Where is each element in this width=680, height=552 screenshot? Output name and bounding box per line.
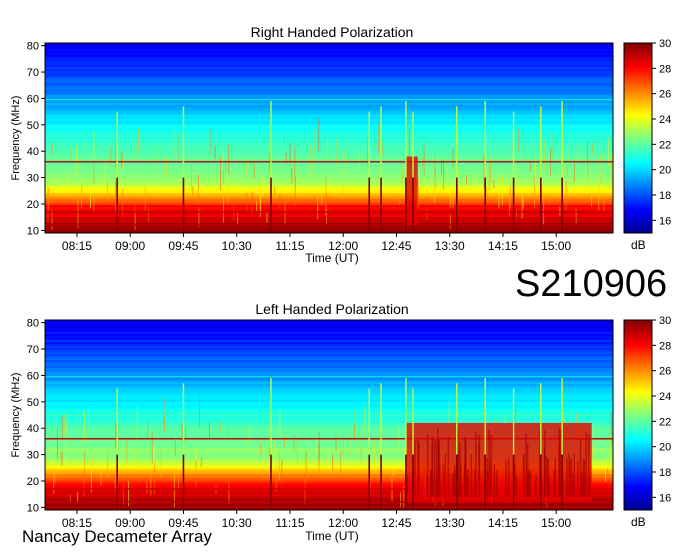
- colorbar-tick-label: 24: [659, 114, 671, 126]
- burst-mark: [380, 106, 382, 233]
- x-tick-label: 12:45: [381, 239, 411, 253]
- instrument-label: Nancay Decameter Array: [22, 527, 212, 546]
- chart-title: Right Handed Polarization: [251, 24, 414, 40]
- y-tick-label: 70: [27, 67, 39, 79]
- x-tick-label: 11:15: [275, 239, 304, 253]
- x-tick-label: 12:00: [328, 516, 358, 530]
- colorbar-tick-label: 22: [659, 416, 671, 428]
- x-axis-label: Time (UT): [305, 529, 359, 543]
- burst-mark: [512, 111, 515, 233]
- colorbar-tick-label: 18: [659, 190, 671, 202]
- x-tick-label: 10:30: [222, 239, 252, 253]
- burst-mark: [405, 378, 407, 510]
- y-tick-label: 40: [27, 146, 39, 158]
- colorbar: [623, 42, 653, 234]
- x-tick-label: 14:15: [488, 516, 518, 530]
- heatmap-image: [45, 43, 613, 234]
- y-tick-label: 40: [27, 423, 39, 435]
- colorbar-tick-label: 16: [659, 492, 671, 504]
- colorbar-tick-label: 16: [659, 215, 671, 227]
- y-tick-label: 10: [27, 502, 39, 514]
- colorbar: [623, 319, 653, 511]
- colorbar-label: dB: [631, 515, 646, 529]
- x-tick-label: 09:00: [115, 239, 145, 253]
- lhp-spectrogram-panel: Left Handed Polarization 10 20 30 40 50 60 70 8…: [10, 301, 671, 543]
- x-tick-label: 10:30: [222, 516, 252, 530]
- x-tick-label: 15:00: [541, 239, 571, 253]
- colorbar-tick-label: 20: [659, 165, 671, 177]
- colorbar-tick-label: 28: [659, 340, 671, 352]
- y-tick-label: 70: [27, 344, 39, 356]
- y-tick-label: 10: [27, 225, 39, 237]
- y-tick-label: 80: [27, 41, 39, 53]
- x-tick-label: 14:15: [488, 239, 518, 253]
- burst-mark: [412, 111, 414, 233]
- burst-mark: [456, 383, 458, 510]
- y-tick-label: 80: [27, 318, 39, 330]
- observation-id: S210906: [515, 263, 668, 305]
- x-tick-label: 15:00: [541, 516, 571, 530]
- burst-mark: [380, 383, 382, 510]
- colorbar-tick-label: 24: [659, 391, 671, 403]
- burst-mark: [182, 106, 185, 233]
- burst-mark: [540, 383, 542, 510]
- rhp-spectrogram-panel: Right Handed Polarization 10 20 30 40 50 60 70…: [10, 24, 671, 265]
- y-tick-label: 50: [27, 120, 39, 132]
- burst-mark: [368, 388, 371, 510]
- y-tick-label: 20: [27, 199, 39, 211]
- burst-mark: [270, 378, 272, 510]
- burst-mark: [484, 378, 486, 510]
- burst-mark: [182, 383, 185, 510]
- chart-title: Left Handed Polarization: [255, 301, 408, 317]
- colorbar-ticks: 16 18 20 22 24 26 28 30: [652, 315, 671, 504]
- burst-mark: [561, 101, 563, 233]
- burst-mark: [512, 388, 515, 510]
- burst-mark: [405, 101, 407, 233]
- y-axis: 10 20 30 40 50 60 70 80: [27, 41, 45, 237]
- colorbar-label: dB: [631, 238, 646, 252]
- burst-mark: [116, 111, 118, 233]
- colorbar-ticks: 16 18 20 22 24 26 28 30: [652, 38, 671, 227]
- y-tick-label: 60: [27, 370, 39, 382]
- burst-mark: [561, 378, 563, 510]
- y-tick-label: 30: [27, 173, 39, 185]
- burst-mark: [270, 101, 272, 233]
- y-tick-label: 20: [27, 476, 39, 488]
- colorbar-tick-label: 18: [659, 467, 671, 479]
- y-tick-label: 60: [27, 93, 39, 105]
- burst-mark: [456, 106, 458, 233]
- x-tick-label: 09:45: [168, 239, 198, 253]
- burst-mark: [116, 388, 118, 510]
- heatmap-image: [45, 320, 614, 511]
- colorbar-tick-label: 20: [659, 442, 671, 454]
- colorbar-tick-label: 28: [659, 63, 671, 75]
- x-tick-label: 13:30: [435, 516, 465, 530]
- x-tick-label: 08:15: [62, 239, 92, 253]
- colorbar-tick-label: 26: [659, 89, 671, 101]
- x-tick-label: 13:30: [435, 239, 465, 253]
- y-axis-label: Frequency (MHz): [10, 96, 22, 181]
- burst-mark: [412, 388, 414, 510]
- y-axis-label: Frequency (MHz): [10, 373, 22, 458]
- burst-mark: [484, 101, 486, 233]
- x-tick-label: 11:15: [275, 516, 304, 530]
- burst-mark: [540, 106, 542, 233]
- y-axis: 10 20 30 40 50 60 70 80: [27, 318, 45, 514]
- colorbar-tick-label: 26: [659, 366, 671, 378]
- colorbar-tick-label: 30: [659, 38, 671, 50]
- x-axis-label: Time (UT): [305, 251, 359, 265]
- burst-mark: [368, 111, 371, 233]
- colorbar-tick-label: 22: [659, 139, 671, 151]
- y-tick-label: 30: [27, 450, 39, 462]
- colorbar-tick-label: 30: [659, 315, 671, 327]
- x-axis: 08:15 09:00 09:45 10:30 11:15 12:00 12:45 13:30…: [62, 233, 572, 253]
- x-tick-label: 12:45: [381, 516, 411, 530]
- y-tick-label: 50: [27, 397, 39, 409]
